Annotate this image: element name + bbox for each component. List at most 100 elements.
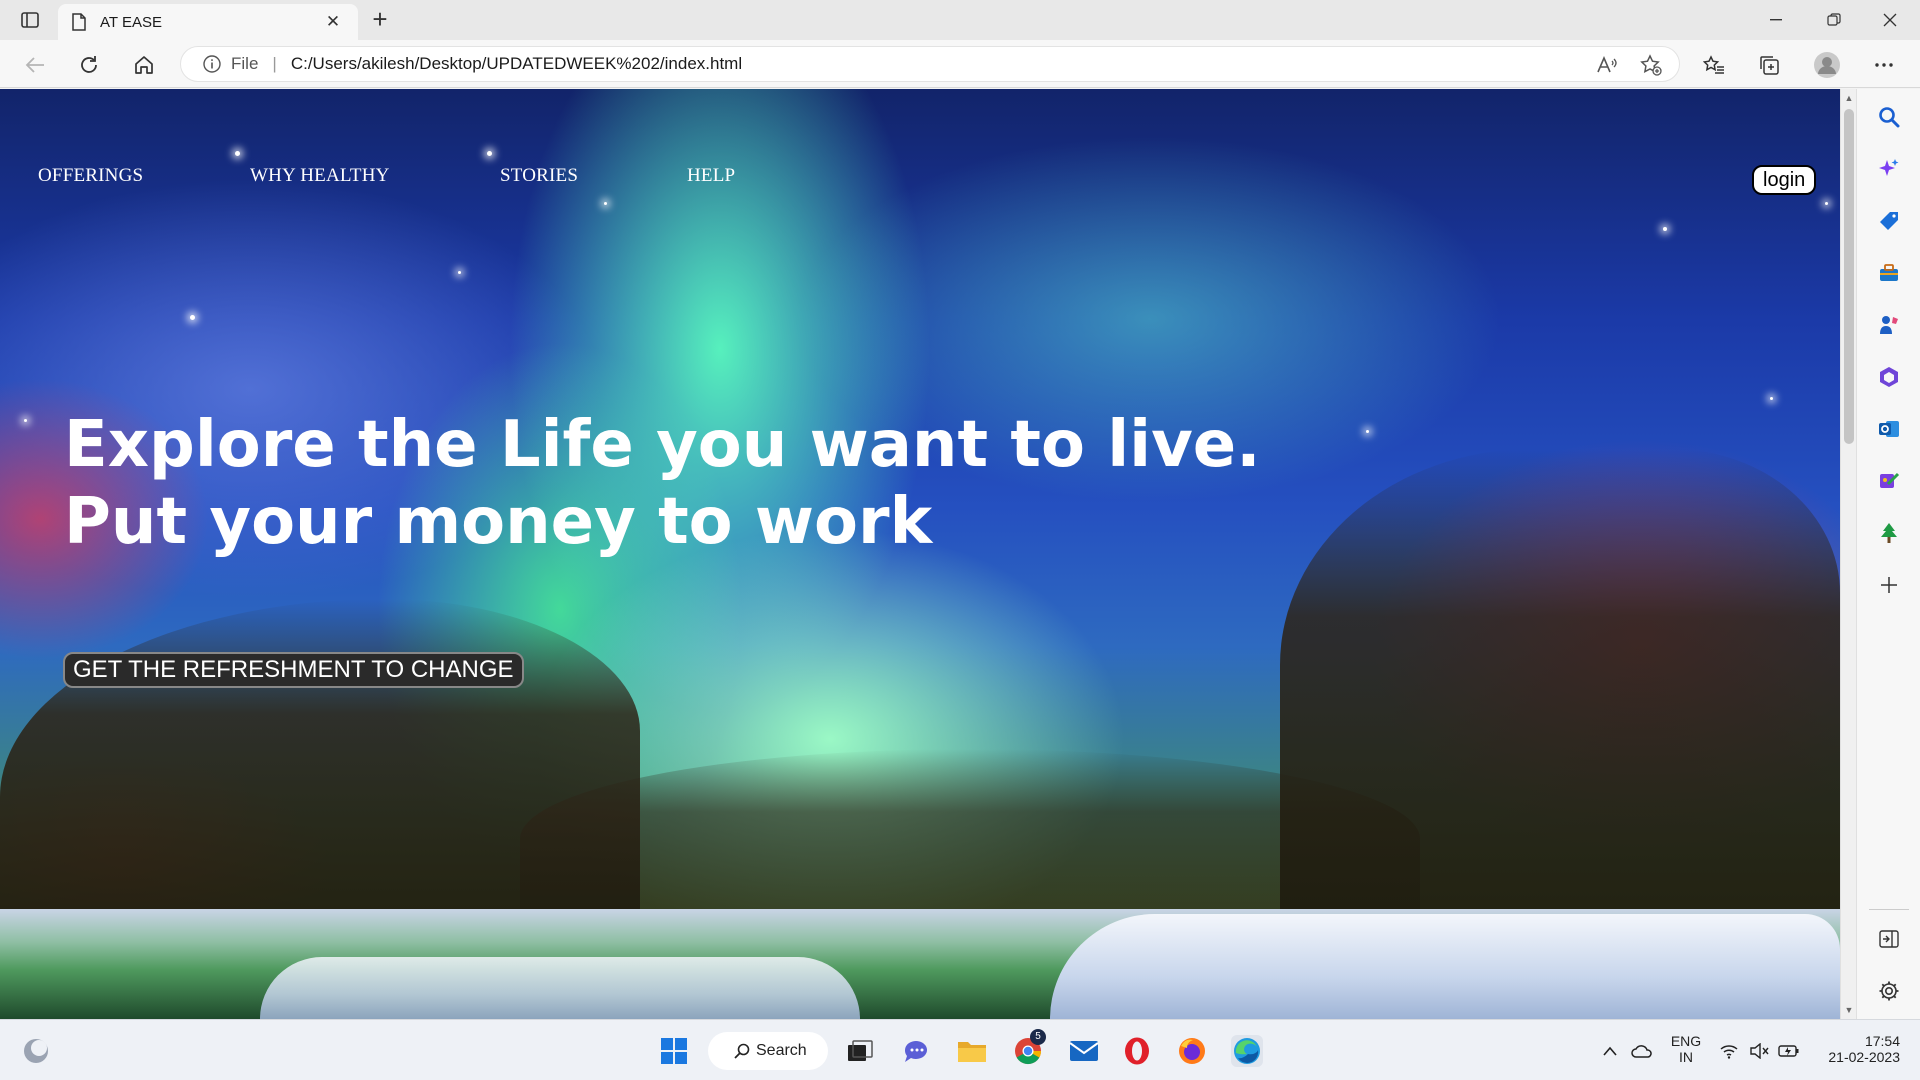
start-button[interactable]	[658, 1035, 690, 1067]
tab-close-button[interactable]: ✕	[322, 12, 344, 32]
sidebar-tools-button[interactable]	[1875, 259, 1903, 287]
site-nav: OFFERINGS WHY HEALTHY STORIES HELP	[0, 165, 1840, 205]
minimize-button[interactable]	[1748, 0, 1804, 40]
folder-icon	[958, 1042, 986, 1062]
widgets-button[interactable]	[20, 1035, 52, 1067]
scroll-up-arrow-icon[interactable]: ▲	[1844, 93, 1854, 103]
outlook-icon	[1879, 421, 1899, 437]
firefox-button[interactable]	[1176, 1035, 1208, 1067]
scroll-thumb[interactable]	[1844, 109, 1854, 444]
chrome-button[interactable]: 5	[1012, 1029, 1046, 1067]
clock-time: 17:54	[1864, 1033, 1900, 1049]
sidebar-add-button[interactable]	[1875, 571, 1903, 599]
sidebar-settings-button[interactable]	[1875, 977, 1903, 1005]
opera-button[interactable]	[1121, 1035, 1153, 1067]
snow-bank-right	[1050, 914, 1840, 1019]
close-window-button[interactable]	[1862, 0, 1918, 40]
profile-button[interactable]	[1810, 48, 1844, 82]
cta-button[interactable]: GET THE REFRESHMENT TO CHANGE	[63, 652, 524, 688]
sidebar-games-button[interactable]	[1875, 311, 1903, 339]
url-text[interactable]: C:/Users/akilesh/Desktop/UPDATEDWEEK%202…	[291, 54, 742, 74]
onedrive-button[interactable]	[1626, 1035, 1658, 1067]
mail-icon	[1069, 1041, 1099, 1061]
info-icon	[203, 55, 221, 73]
read-aloud-button[interactable]	[1590, 48, 1624, 82]
star-add-icon	[1640, 54, 1662, 76]
sidebar-shopping-button[interactable]	[1875, 207, 1903, 235]
clock[interactable]: 17:54 21-02-2023	[1812, 1033, 1908, 1065]
refresh-icon	[81, 56, 97, 73]
page-scrollbar[interactable]: ▲ ▼	[1840, 89, 1856, 1019]
login-button[interactable]: login	[1752, 165, 1817, 195]
chat-icon	[904, 1040, 927, 1062]
wifi-status[interactable]	[1713, 1035, 1745, 1067]
file-scheme-label: File	[231, 54, 259, 73]
back-button[interactable]	[18, 48, 52, 82]
language-indicator[interactable]: ENG IN	[1664, 1033, 1708, 1065]
settings-more-button[interactable]	[1867, 48, 1901, 82]
edge-button[interactable]	[1231, 1035, 1263, 1067]
collections-icon	[1760, 56, 1779, 75]
nav-why-healthy[interactable]: WHY HEALTHY	[250, 165, 390, 187]
tab-title: AT EASE	[100, 13, 162, 31]
new-tab-button[interactable]: +	[366, 6, 394, 34]
star	[1366, 430, 1369, 433]
close-icon	[1883, 13, 1897, 27]
sidebar-copilot-button[interactable]	[1875, 155, 1903, 183]
game-piece-icon	[1880, 316, 1898, 334]
hero-headline: Explore the Life you want to live. Put y…	[64, 407, 1364, 561]
clock-date: 21-02-2023	[1828, 1049, 1900, 1065]
nav-offerings[interactable]: OFFERINGS	[38, 165, 143, 187]
taskbar-search-box[interactable]: Search	[708, 1032, 828, 1070]
favorites-list-icon	[1703, 55, 1724, 74]
designer-icon	[1880, 472, 1900, 488]
star	[1663, 227, 1667, 231]
show-hidden-icons-button[interactable]	[1594, 1035, 1626, 1067]
scroll-down-arrow-icon[interactable]: ▼	[1844, 1005, 1854, 1015]
task-view-button[interactable]	[844, 1035, 876, 1067]
tree-icon	[1881, 523, 1897, 543]
headline-line-2: Put your money to work	[64, 485, 933, 559]
star	[458, 271, 461, 274]
file-explorer-button[interactable]	[956, 1035, 988, 1067]
nav-help[interactable]: HELP	[687, 165, 735, 187]
avatar	[1814, 52, 1840, 78]
address-bar[interactable]: File | C:/Users/akilesh/Desktop/UPDATEDW…	[180, 46, 1680, 82]
teams-chat-button[interactable]	[900, 1035, 932, 1067]
chrome-notification-badge: 5	[1030, 1029, 1046, 1045]
browser-toolbar: File | C:/Users/akilesh/Desktop/UPDATEDW…	[0, 40, 1920, 88]
tab-strip: AT EASE ✕ +	[0, 0, 1920, 40]
sidebar-designer-button[interactable]	[1875, 467, 1903, 495]
battery-status[interactable]	[1773, 1035, 1805, 1067]
add-favorite-button[interactable]	[1634, 48, 1668, 82]
favorites-button[interactable]	[1697, 48, 1731, 82]
home-button[interactable]	[127, 48, 161, 82]
taskbar-search-label: Search	[756, 1042, 807, 1059]
star	[1770, 397, 1773, 400]
collections-button[interactable]	[1752, 48, 1786, 82]
refresh-button[interactable]	[72, 48, 106, 82]
sidebar-outlook-button[interactable]	[1875, 415, 1903, 443]
restore-button[interactable]	[1806, 0, 1862, 40]
sidebar-tree-button[interactable]	[1875, 519, 1903, 547]
sidebar-search-button[interactable]	[1875, 103, 1903, 131]
tree-line-right	[1280, 449, 1840, 929]
volume-status[interactable]	[1743, 1035, 1775, 1067]
windows-taskbar: Search 5 ENG IN 17:54 21-02-2023	[0, 1019, 1920, 1080]
tab-actions-icon	[21, 12, 39, 28]
search-icon	[1879, 107, 1900, 128]
read-aloud-icon	[1597, 56, 1617, 73]
sparkle-icon	[1879, 159, 1899, 176]
sidebar-office-button[interactable]	[1875, 363, 1903, 391]
tab-actions-menu-button[interactable]	[14, 6, 46, 34]
nav-stories[interactable]: STORIES	[500, 165, 578, 187]
language-code: ENG	[1670, 1033, 1702, 1049]
plus-icon	[1881, 577, 1897, 593]
snow-bank-center	[260, 957, 860, 1019]
office-icon	[1880, 367, 1898, 387]
tab-active[interactable]: AT EASE ✕	[58, 4, 358, 40]
speaker-muted-icon	[1750, 1043, 1769, 1059]
minimize-icon	[1770, 19, 1782, 21]
mail-button[interactable]	[1068, 1035, 1100, 1067]
sidebar-hide-button[interactable]	[1875, 925, 1903, 953]
